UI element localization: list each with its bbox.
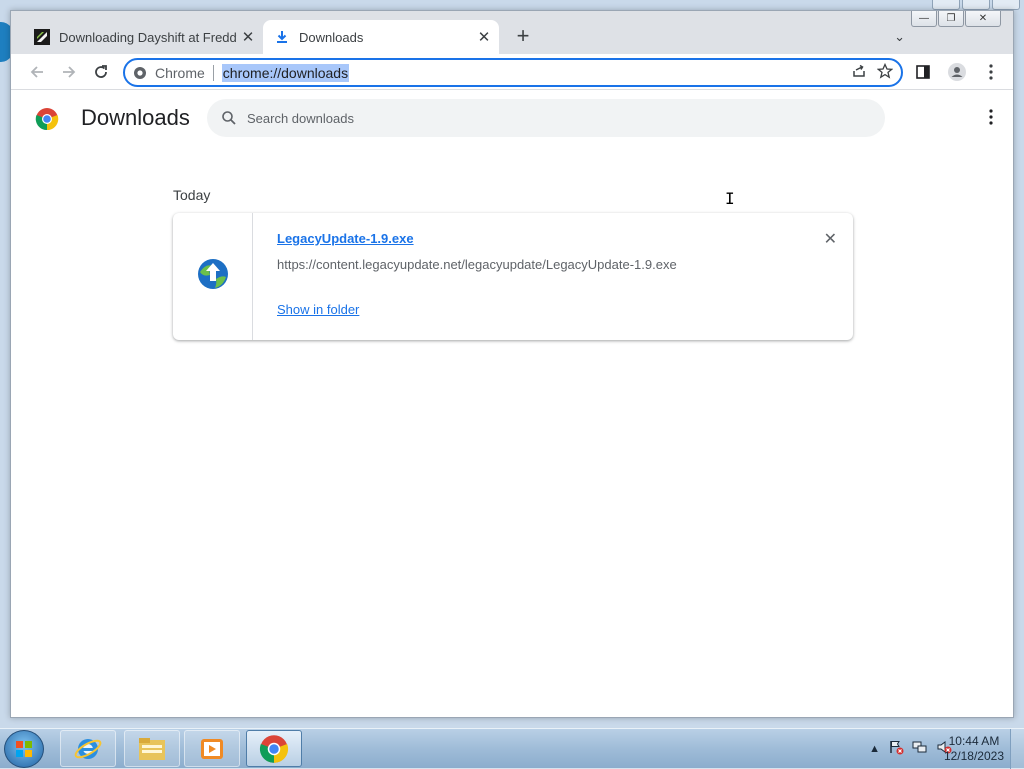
background-window-controls	[932, 0, 1020, 10]
taskbar-chrome[interactable]	[246, 730, 302, 767]
show-desktop-button[interactable]	[1010, 729, 1024, 769]
new-tab-button[interactable]: +	[511, 25, 535, 49]
window-close-button[interactable]: ✕	[965, 11, 1001, 27]
arrow-left-icon	[30, 66, 43, 78]
system-tray: ▲	[869, 739, 952, 758]
back-button[interactable]	[23, 58, 51, 86]
tab-dayshift[interactable]: Downloading Dayshift at Freddy ✕	[23, 20, 263, 54]
downloads-header: Downloads	[11, 91, 1013, 147]
close-tab-icon[interactable]: ✕	[473, 28, 495, 46]
close-tab-icon[interactable]: ✕	[237, 28, 259, 46]
tab-search-chevron-down-icon[interactable]: ⌄	[894, 29, 905, 45]
legacy-update-file-icon	[196, 257, 230, 296]
remove-download-close-icon[interactable]: ✕	[824, 229, 837, 249]
omnibox-chip[interactable]: Chrome	[125, 65, 205, 81]
file-icon-column	[173, 213, 253, 340]
chrome-icon	[259, 734, 289, 763]
start-button[interactable]	[4, 730, 44, 768]
taskbar: ▲ 10:44 AM 12/18/2023	[0, 728, 1024, 769]
bookmark-star-icon[interactable]	[876, 62, 894, 84]
download-source-url: https://content.legacyupdate.net/legacyu…	[277, 257, 677, 272]
page-title: Downloads	[81, 105, 190, 130]
media-player-icon	[201, 738, 223, 759]
windows-logo-icon	[16, 741, 32, 757]
search-downloads-bar[interactable]	[207, 99, 885, 137]
downloads-page: Downloads Today	[11, 91, 1013, 717]
restore-button[interactable]: ❐	[938, 11, 964, 27]
tab-strip: — ❐ ✕ Downloading Dayshift at Freddy ✕ D…	[11, 11, 1013, 54]
forward-button[interactable]	[55, 58, 83, 86]
download-file-name-link[interactable]: LegacyUpdate-1.9.exe	[277, 231, 414, 246]
chrome-window: — ❐ ✕ Downloading Dayshift at Freddy ✕ D…	[10, 10, 1014, 718]
tab-title: Downloads	[299, 29, 364, 45]
omnibox-actions	[851, 62, 894, 84]
chrome-logo-icon	[35, 107, 59, 136]
download-item: LegacyUpdate-1.9.exe https://content.leg…	[173, 213, 853, 340]
reload-icon	[95, 65, 107, 78]
show-hidden-icons-icon[interactable]: ▲	[869, 743, 880, 755]
chrome-icon	[134, 66, 146, 79]
text-cursor-icon: I	[725, 189, 735, 208]
clock-date: 12/18/2023	[943, 749, 1004, 763]
clock-time: 10:44 AM	[948, 734, 1000, 748]
omnibox-url[interactable]: chrome://downloads	[221, 63, 350, 82]
omnibox-chip-label: Chrome	[155, 64, 205, 81]
action-center-flag-icon[interactable]	[888, 739, 904, 758]
download-icon	[273, 28, 291, 46]
side-panel-icon[interactable]	[909, 58, 937, 86]
tab-downloads[interactable]: Downloads ✕	[263, 20, 499, 54]
search-icon	[207, 110, 247, 126]
dayshift-favicon-icon	[33, 28, 51, 46]
show-in-folder-link[interactable]: Show in folder	[277, 302, 359, 317]
desktop: — ❐ ✕ Downloading Dayshift at Freddy ✕ D…	[0, 0, 1024, 769]
browser-toolbar: Chrome chrome://downloads	[11, 54, 1013, 90]
reload-button[interactable]	[87, 58, 115, 86]
share-icon[interactable]	[851, 63, 867, 84]
folder-icon	[139, 737, 165, 760]
tab-title: Downloading Dayshift at Freddy	[59, 29, 237, 45]
browser-menu-icon[interactable]	[977, 58, 1005, 86]
address-bar[interactable]: Chrome chrome://downloads	[123, 58, 903, 87]
taskbar-internet-explorer[interactable]	[60, 730, 116, 767]
taskbar-file-explorer[interactable]	[124, 730, 180, 767]
minimize-button[interactable]: —	[911, 11, 937, 27]
omnibox-divider	[212, 64, 214, 81]
profile-avatar-icon[interactable]	[943, 58, 971, 86]
window-controls: — ❐ ✕	[911, 11, 1001, 27]
network-icon[interactable]	[912, 739, 928, 758]
page-menu-icon[interactable]	[989, 109, 993, 130]
search-input[interactable]	[247, 110, 847, 126]
internet-explorer-icon	[74, 738, 102, 759]
toolbar-right-actions	[909, 58, 1005, 86]
taskbar-clock[interactable]: 10:44 AM 12/18/2023	[944, 734, 1004, 764]
taskbar-media-player[interactable]	[184, 730, 240, 767]
date-section-label: Today	[173, 187, 211, 203]
arrow-right-icon	[63, 66, 76, 78]
